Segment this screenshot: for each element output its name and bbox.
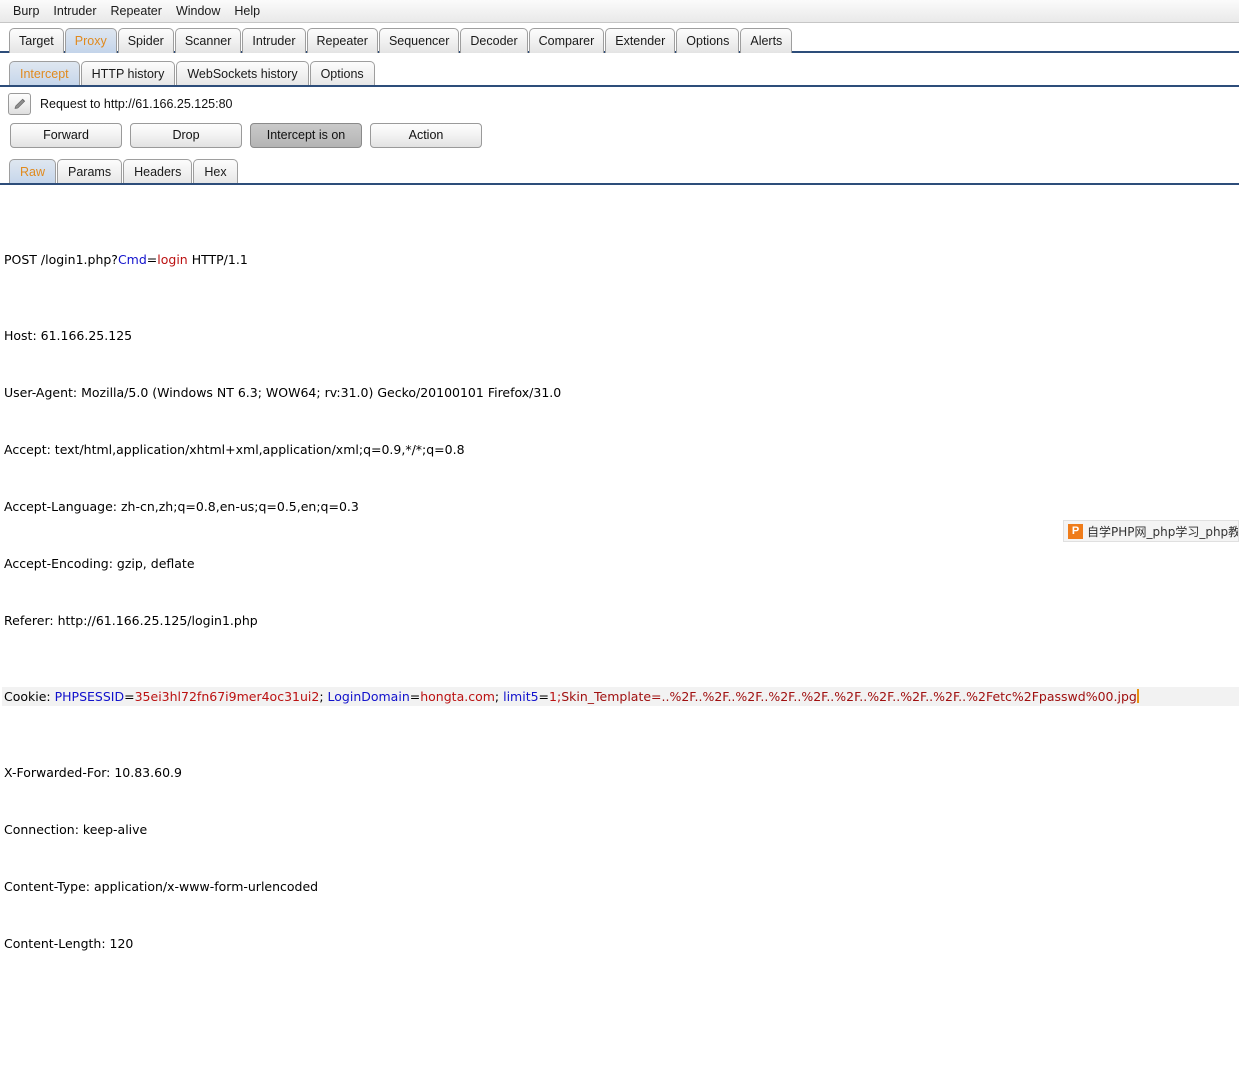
menu-item-burp[interactable]: Burp (6, 2, 46, 20)
tab-intruder[interactable]: Intruder (242, 28, 306, 53)
tab-sequencer[interactable]: Sequencer (378, 28, 460, 53)
subtab-http-history[interactable]: HTTP history (80, 61, 176, 87)
header-content-type: Content-Type: application/x-www-form-url… (4, 879, 319, 894)
msgtab-raw[interactable]: Raw (9, 159, 57, 185)
subtab-options[interactable]: Options (309, 61, 375, 87)
menu-item-intruder[interactable]: Intruder (46, 2, 103, 20)
main-tab-strip: Target Proxy Spider Scanner Intruder Rep… (0, 23, 1239, 53)
tab-decoder[interactable]: Decoder (460, 28, 528, 53)
cookie-value: PHPSESSID=35ei3hl72fn67i9mer4oc31ui2; Lo… (54, 689, 1137, 704)
request-line-eq: = (146, 252, 158, 267)
tab-scanner[interactable]: Scanner (174, 28, 242, 53)
header-host: Host: 61.166.25.125 (4, 328, 133, 343)
tab-repeater[interactable]: Repeater (306, 28, 378, 53)
header-user-agent: User-Agent: Mozilla/5.0 (Windows NT 6.3;… (4, 385, 562, 400)
tab-target[interactable]: Target (9, 28, 64, 53)
request-line-version: HTTP/1.1 (187, 252, 248, 267)
watermark: P 自学PHP网_php学习_php教程 (1063, 520, 1239, 542)
cookie-label: Cookie: (4, 689, 55, 704)
header-accept: Accept: text/html,application/xhtml+xml,… (4, 442, 465, 457)
drop-button[interactable]: Drop (130, 123, 242, 148)
tab-proxy[interactable]: Proxy (64, 28, 117, 53)
header-accept-language: Accept-Language: zh-cn,zh;q=0.8,en-us;q=… (4, 499, 359, 514)
subtab-intercept[interactable]: Intercept (9, 61, 80, 87)
request-target-label: Request to http://61.166.25.125:80 (40, 97, 233, 111)
pencil-icon[interactable] (8, 93, 31, 115)
menu-item-window[interactable]: Window (169, 2, 227, 20)
header-cookie[interactable]: Cookie: PHPSESSID=35ei3hl72fn67i9mer4oc3… (2, 687, 1239, 706)
header-accept-encoding: Accept-Encoding: gzip, deflate (4, 556, 195, 571)
action-button[interactable]: Action (370, 123, 482, 148)
msgtab-headers[interactable]: Headers (123, 159, 193, 185)
intercept-toggle-button[interactable]: Intercept is on (250, 123, 362, 148)
request-line-param: Cmd (117, 252, 147, 267)
menu-item-repeater[interactable]: Repeater (104, 2, 169, 20)
header-x-forwarded-for: X-Forwarded-For: 10.83.60.9 (4, 765, 182, 780)
header-connection: Connection: keep-alive (4, 822, 148, 837)
menu-item-help[interactable]: Help (227, 2, 267, 20)
proxy-sub-tab-strip: Intercept HTTP history WebSockets histor… (0, 56, 1239, 87)
text-caret (1136, 689, 1139, 703)
request-line-value: login (157, 252, 188, 267)
intercept-button-row: Forward Drop Intercept is on Action (0, 117, 1239, 148)
pencil-glyph (13, 98, 25, 109)
request-line: POST /login1.php?Cmd=login HTTP/1.1 (2, 250, 1239, 269)
msgtab-hex[interactable]: Hex (193, 159, 238, 185)
tab-comparer[interactable]: Comparer (528, 28, 605, 53)
forward-button[interactable]: Forward (10, 123, 122, 148)
msgtab-params[interactable]: Params (57, 159, 123, 185)
watermark-text: 自学PHP网_php学习_php教程 (1087, 524, 1239, 539)
message-tab-strip: Raw Params Headers Hex (0, 155, 1239, 185)
menu-bar: Burp Intruder Repeater Window Help (0, 0, 1239, 23)
tab-alerts[interactable]: Alerts (740, 28, 793, 53)
request-info-bar: Request to http://61.166.25.125:80 (0, 87, 1239, 117)
subtab-websockets-history[interactable]: WebSockets history (176, 61, 309, 87)
watermark-logo-icon: P (1068, 523, 1083, 539)
tab-extender[interactable]: Extender (605, 28, 676, 53)
header-referer: Referer: http://61.166.25.125/login1.php (4, 613, 258, 628)
header-content-length: Content-Length: 120 (4, 936, 134, 951)
tab-spider[interactable]: Spider (117, 28, 174, 53)
request-editor[interactable]: POST /login1.php?Cmd=login HTTP/1.1 Host… (0, 187, 1239, 1090)
tab-options[interactable]: Options (676, 28, 740, 53)
request-line-method-path: POST /login1.php? (4, 252, 118, 267)
